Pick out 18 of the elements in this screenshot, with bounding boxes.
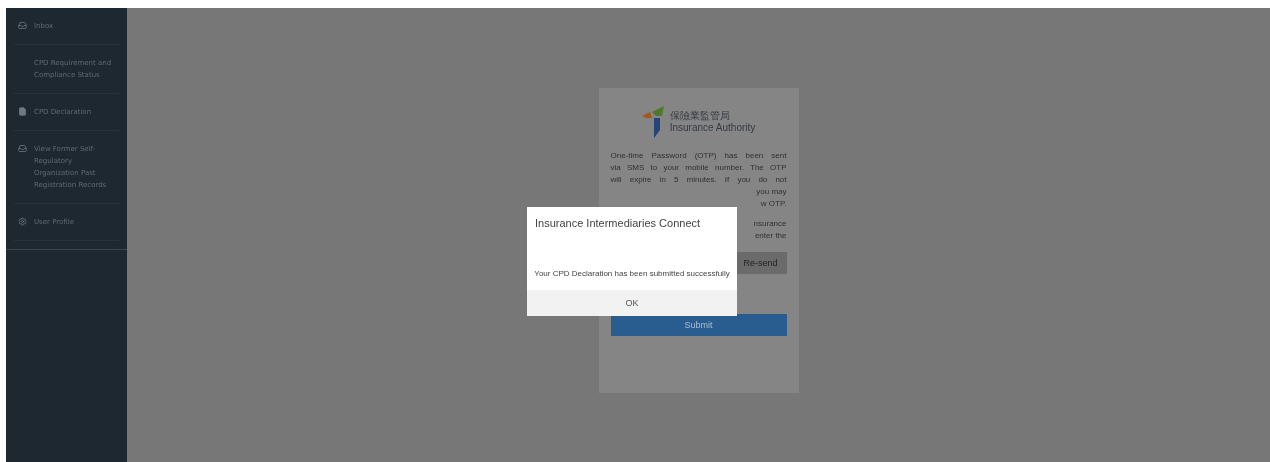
document-icon bbox=[18, 107, 27, 116]
logo-chinese-text: 保險業監管局 bbox=[669, 110, 731, 122]
inbox-icon bbox=[18, 144, 27, 153]
instruction-text: via SMS to your mobile number. The OTP bbox=[610, 162, 787, 174]
settings-icon bbox=[18, 217, 27, 226]
instruction-text: nsurance bbox=[753, 218, 787, 230]
logo-english-text: Insurance Authority bbox=[669, 122, 756, 134]
instruction-text: enter the bbox=[754, 230, 787, 242]
resend-button[interactable]: Re-send bbox=[734, 252, 787, 274]
instruction-text: will expire in 5 minutes. If you do not bbox=[610, 174, 787, 186]
ok-button[interactable]: OK bbox=[527, 290, 737, 316]
instruction-text: you may bbox=[756, 186, 787, 198]
instruction-text: w OTP. bbox=[760, 198, 787, 210]
inbox-icon bbox=[18, 21, 27, 30]
dialog-title: Insurance Intermediaries Connect bbox=[534, 216, 702, 229]
dialog-message: Your CPD Declaration has been submitted successfully bbox=[533, 269, 731, 278]
submit-button[interactable]: Submit bbox=[610, 314, 787, 336]
instruction-text: One-time Password (OTP) has been sent bbox=[610, 150, 787, 162]
